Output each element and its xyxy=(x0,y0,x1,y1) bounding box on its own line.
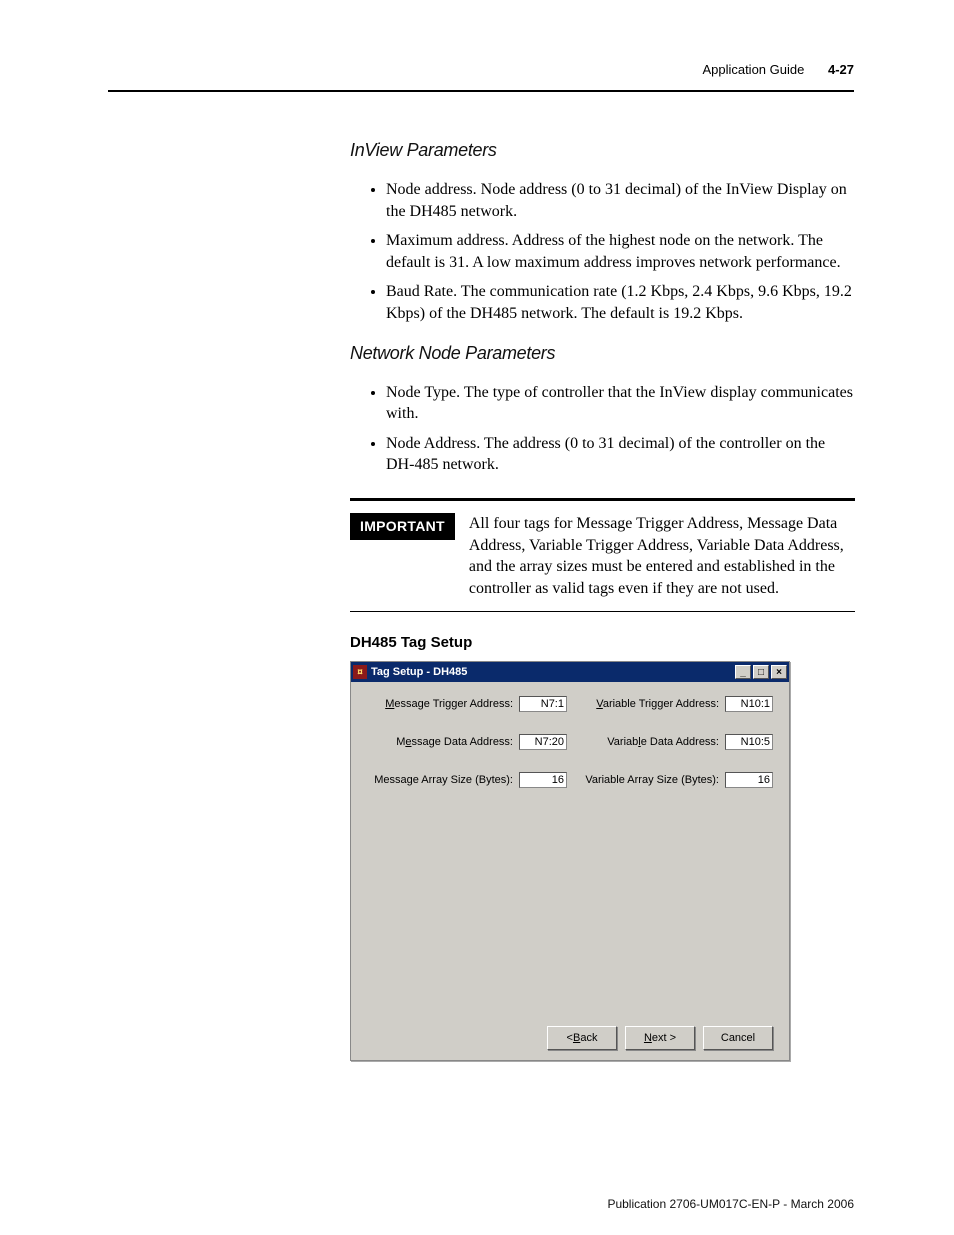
var-data-input[interactable] xyxy=(725,734,773,750)
tag-setup-dialog: ¤ Tag Setup - DH485 _ □ × Message Trigge… xyxy=(350,661,790,1061)
list-item: Baud Rate. The communication rate (1.2 K… xyxy=(386,281,855,324)
cancel-button[interactable]: Cancel xyxy=(703,1026,773,1050)
list-item: Node address. Node address (0 to 31 deci… xyxy=(386,179,855,222)
minimize-button[interactable]: _ xyxy=(735,665,751,679)
app-icon: ¤ xyxy=(353,665,367,679)
section-name: Application Guide xyxy=(702,62,804,77)
header-rule xyxy=(108,90,854,92)
var-trigger-input[interactable] xyxy=(725,696,773,712)
inview-list: Node address. Node address (0 to 31 deci… xyxy=(350,179,855,325)
msg-trigger-input[interactable] xyxy=(519,696,567,712)
footer-publication: Publication 2706-UM017C-EN-P - March 200… xyxy=(607,1197,854,1211)
list-item: Node Address. The address (0 to 31 decim… xyxy=(386,433,855,476)
page-header: Application Guide 4-27 xyxy=(702,62,854,77)
close-button[interactable]: × xyxy=(771,665,787,679)
important-badge: IMPORTANT xyxy=(350,513,455,540)
dialog-title: Tag Setup - DH485 xyxy=(371,666,467,678)
msg-array-label: Message Array Size (Bytes): xyxy=(374,774,513,786)
var-array-input[interactable] xyxy=(725,772,773,788)
divider-thin xyxy=(350,611,855,612)
maximize-button[interactable]: □ xyxy=(753,665,769,679)
important-text: All four tags for Message Trigger Addres… xyxy=(469,513,855,599)
msg-array-input[interactable] xyxy=(519,772,567,788)
page-number: 4-27 xyxy=(828,62,854,77)
inview-heading: InView Parameters xyxy=(350,140,855,161)
dialog-titlebar: ¤ Tag Setup - DH485 _ □ × xyxy=(351,662,789,682)
next-button[interactable]: Next > xyxy=(625,1026,695,1050)
var-array-label: Variable Array Size (Bytes): xyxy=(585,774,719,786)
tag-setup-heading: DH485 Tag Setup xyxy=(350,634,855,651)
msg-trigger-label: Message Trigger Address: xyxy=(385,698,513,710)
msg-data-label: Message Data Address: xyxy=(396,736,513,748)
var-trigger-label: Variable Trigger Address: xyxy=(596,698,719,710)
network-heading: Network Node Parameters xyxy=(350,343,855,364)
list-item: Maximum address. Address of the highest … xyxy=(386,230,855,273)
important-block: IMPORTANT All four tags for Message Trig… xyxy=(350,513,855,599)
network-list: Node Type. The type of controller that t… xyxy=(350,382,855,476)
var-data-label: Variable Data Address: xyxy=(607,736,719,748)
msg-data-input[interactable] xyxy=(519,734,567,750)
list-item: Node Type. The type of controller that t… xyxy=(386,382,855,425)
divider-heavy xyxy=(350,498,855,501)
back-button[interactable]: < Back xyxy=(547,1026,617,1050)
